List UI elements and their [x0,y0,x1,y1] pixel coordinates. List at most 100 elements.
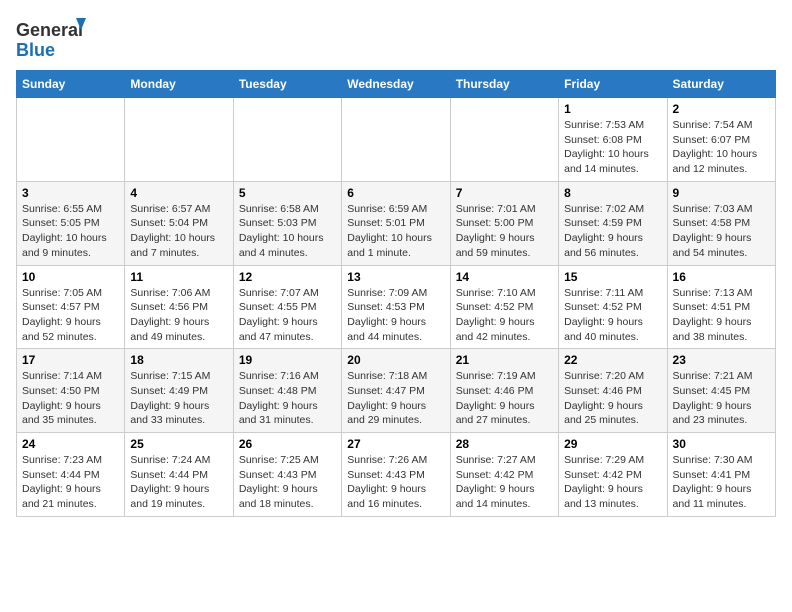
day-number: 27 [347,437,444,451]
day-info: Sunrise: 7:21 AM Sunset: 4:45 PM Dayligh… [673,369,770,428]
day-cell: 26 Sunrise: 7:25 AM Sunset: 4:43 PM Dayli… [233,433,341,517]
day-cell: 23 Sunrise: 7:21 AM Sunset: 4:45 PM Dayli… [667,349,775,433]
day-cell: 2 Sunrise: 7:54 AM Sunset: 6:07 PM Daylig… [667,98,775,182]
day-number: 8 [564,186,661,200]
week-row-3: 17 Sunrise: 7:14 AM Sunset: 4:50 PM Dayli… [17,349,776,433]
day-cell: 19Sunrise: 7:16 AM Sunset: 4:48 PM Dayli… [233,349,341,433]
day-number: 6 [347,186,444,200]
day-info: Sunrise: 7:03 AM Sunset: 4:58 PM Dayligh… [673,202,770,261]
header-saturday: Saturday [667,71,775,98]
day-info: Sunrise: 7:15 AM Sunset: 4:49 PM Dayligh… [130,369,227,428]
day-number: 5 [239,186,336,200]
day-number: 18 [130,353,227,367]
day-info: Sunrise: 7:19 AM Sunset: 4:46 PM Dayligh… [456,369,553,428]
header-friday: Friday [559,71,667,98]
day-cell: 17 Sunrise: 7:14 AM Sunset: 4:50 PM Dayli… [17,349,125,433]
header-monday: Monday [125,71,233,98]
day-number: 17 [22,353,119,367]
day-number: 23 [673,353,770,367]
day-cell [17,98,125,182]
day-cell: 10 Sunrise: 7:05 AM Sunset: 4:57 PM Dayli… [17,265,125,349]
day-cell: 29 Sunrise: 7:29 AM Sunset: 4:42 PM Dayli… [559,433,667,517]
day-info: Sunrise: 7:05 AM Sunset: 4:57 PM Dayligh… [22,286,119,345]
svg-text:General: General [16,20,83,40]
day-number: 13 [347,270,444,284]
day-cell: 14 Sunrise: 7:10 AM Sunset: 4:52 PM Dayli… [450,265,558,349]
logo-svg: GeneralBlue [16,16,86,60]
day-info: Sunrise: 7:07 AM Sunset: 4:55 PM Dayligh… [239,286,336,345]
header-wednesday: Wednesday [342,71,450,98]
day-number: 20 [347,353,444,367]
day-number: 11 [130,270,227,284]
week-row-2: 10 Sunrise: 7:05 AM Sunset: 4:57 PM Dayli… [17,265,776,349]
day-info: Sunrise: 7:23 AM Sunset: 4:44 PM Dayligh… [22,453,119,512]
day-info: Sunrise: 7:10 AM Sunset: 4:52 PM Dayligh… [456,286,553,345]
day-cell: 11 Sunrise: 7:06 AM Sunset: 4:56 PM Dayli… [125,265,233,349]
day-number: 9 [673,186,770,200]
day-number: 29 [564,437,661,451]
day-cell: 24 Sunrise: 7:23 AM Sunset: 4:44 PM Dayli… [17,433,125,517]
day-number: 14 [456,270,553,284]
day-cell: 22Sunrise: 7:20 AM Sunset: 4:46 PM Dayli… [559,349,667,433]
calendar-table: SundayMondayTuesdayWednesdayThursdayFrid… [16,70,776,517]
day-cell: 4 Sunrise: 6:57 AM Sunset: 5:04 PM Daylig… [125,181,233,265]
day-info: Sunrise: 7:02 AM Sunset: 4:59 PM Dayligh… [564,202,661,261]
day-cell: 1 Sunrise: 7:53 AM Sunset: 6:08 PM Daylig… [559,98,667,182]
header: GeneralBlue [16,16,776,60]
day-number: 12 [239,270,336,284]
day-number: 1 [564,102,661,116]
day-number: 3 [22,186,119,200]
week-row-0: 1 Sunrise: 7:53 AM Sunset: 6:08 PM Daylig… [17,98,776,182]
day-number: 4 [130,186,227,200]
day-cell: 25 Sunrise: 7:24 AM Sunset: 4:44 PM Dayli… [125,433,233,517]
day-number: 26 [239,437,336,451]
day-info: Sunrise: 7:54 AM Sunset: 6:07 PM Dayligh… [673,118,770,177]
day-cell [233,98,341,182]
day-number: 16 [673,270,770,284]
day-info: Sunrise: 6:57 AM Sunset: 5:04 PM Dayligh… [130,202,227,261]
svg-text:Blue: Blue [16,40,55,60]
day-number: 10 [22,270,119,284]
day-info: Sunrise: 6:58 AM Sunset: 5:03 PM Dayligh… [239,202,336,261]
day-number: 24 [22,437,119,451]
day-cell [125,98,233,182]
day-cell: 27Sunrise: 7:26 AM Sunset: 4:43 PM Dayli… [342,433,450,517]
day-cell: 9 Sunrise: 7:03 AM Sunset: 4:58 PM Daylig… [667,181,775,265]
day-number: 7 [456,186,553,200]
day-info: Sunrise: 7:24 AM Sunset: 4:44 PM Dayligh… [130,453,227,512]
day-info: Sunrise: 7:53 AM Sunset: 6:08 PM Dayligh… [564,118,661,177]
day-cell: 12 Sunrise: 7:07 AM Sunset: 4:55 PM Dayli… [233,265,341,349]
day-info: Sunrise: 7:06 AM Sunset: 4:56 PM Dayligh… [130,286,227,345]
day-number: 15 [564,270,661,284]
day-info: Sunrise: 7:18 AM Sunset: 4:47 PM Dayligh… [347,369,444,428]
day-info: Sunrise: 7:09 AM Sunset: 4:53 PM Dayligh… [347,286,444,345]
day-info: Sunrise: 7:01 AM Sunset: 5:00 PM Dayligh… [456,202,553,261]
week-row-1: 3Sunrise: 6:55 AM Sunset: 5:05 PM Daylig… [17,181,776,265]
day-cell: 15 Sunrise: 7:11 AM Sunset: 4:52 PM Dayli… [559,265,667,349]
day-cell: 20 Sunrise: 7:18 AM Sunset: 4:47 PM Dayli… [342,349,450,433]
day-cell: 28Sunrise: 7:27 AM Sunset: 4:42 PM Dayli… [450,433,558,517]
day-info: Sunrise: 7:25 AM Sunset: 4:43 PM Dayligh… [239,453,336,512]
day-info: Sunrise: 7:20 AM Sunset: 4:46 PM Dayligh… [564,369,661,428]
day-cell: 7 Sunrise: 7:01 AM Sunset: 5:00 PM Daylig… [450,181,558,265]
header-row: SundayMondayTuesdayWednesdayThursdayFrid… [17,71,776,98]
day-cell: 16Sunrise: 7:13 AM Sunset: 4:51 PM Dayli… [667,265,775,349]
day-number: 30 [673,437,770,451]
week-row-4: 24 Sunrise: 7:23 AM Sunset: 4:44 PM Dayli… [17,433,776,517]
day-info: Sunrise: 6:59 AM Sunset: 5:01 PM Dayligh… [347,202,444,261]
day-info: Sunrise: 7:11 AM Sunset: 4:52 PM Dayligh… [564,286,661,345]
day-cell: 30 Sunrise: 7:30 AM Sunset: 4:41 PM Dayli… [667,433,775,517]
day-info: Sunrise: 7:16 AM Sunset: 4:48 PM Dayligh… [239,369,336,428]
day-info: Sunrise: 7:29 AM Sunset: 4:42 PM Dayligh… [564,453,661,512]
day-number: 25 [130,437,227,451]
day-cell: 6 Sunrise: 6:59 AM Sunset: 5:01 PM Daylig… [342,181,450,265]
header-thursday: Thursday [450,71,558,98]
day-cell: 3Sunrise: 6:55 AM Sunset: 5:05 PM Daylig… [17,181,125,265]
day-cell [342,98,450,182]
day-info: Sunrise: 7:27 AM Sunset: 4:42 PM Dayligh… [456,453,553,512]
day-cell: 5 Sunrise: 6:58 AM Sunset: 5:03 PM Daylig… [233,181,341,265]
day-info: Sunrise: 7:30 AM Sunset: 4:41 PM Dayligh… [673,453,770,512]
day-number: 2 [673,102,770,116]
day-cell: 8 Sunrise: 7:02 AM Sunset: 4:59 PM Daylig… [559,181,667,265]
day-info: Sunrise: 7:14 AM Sunset: 4:50 PM Dayligh… [22,369,119,428]
